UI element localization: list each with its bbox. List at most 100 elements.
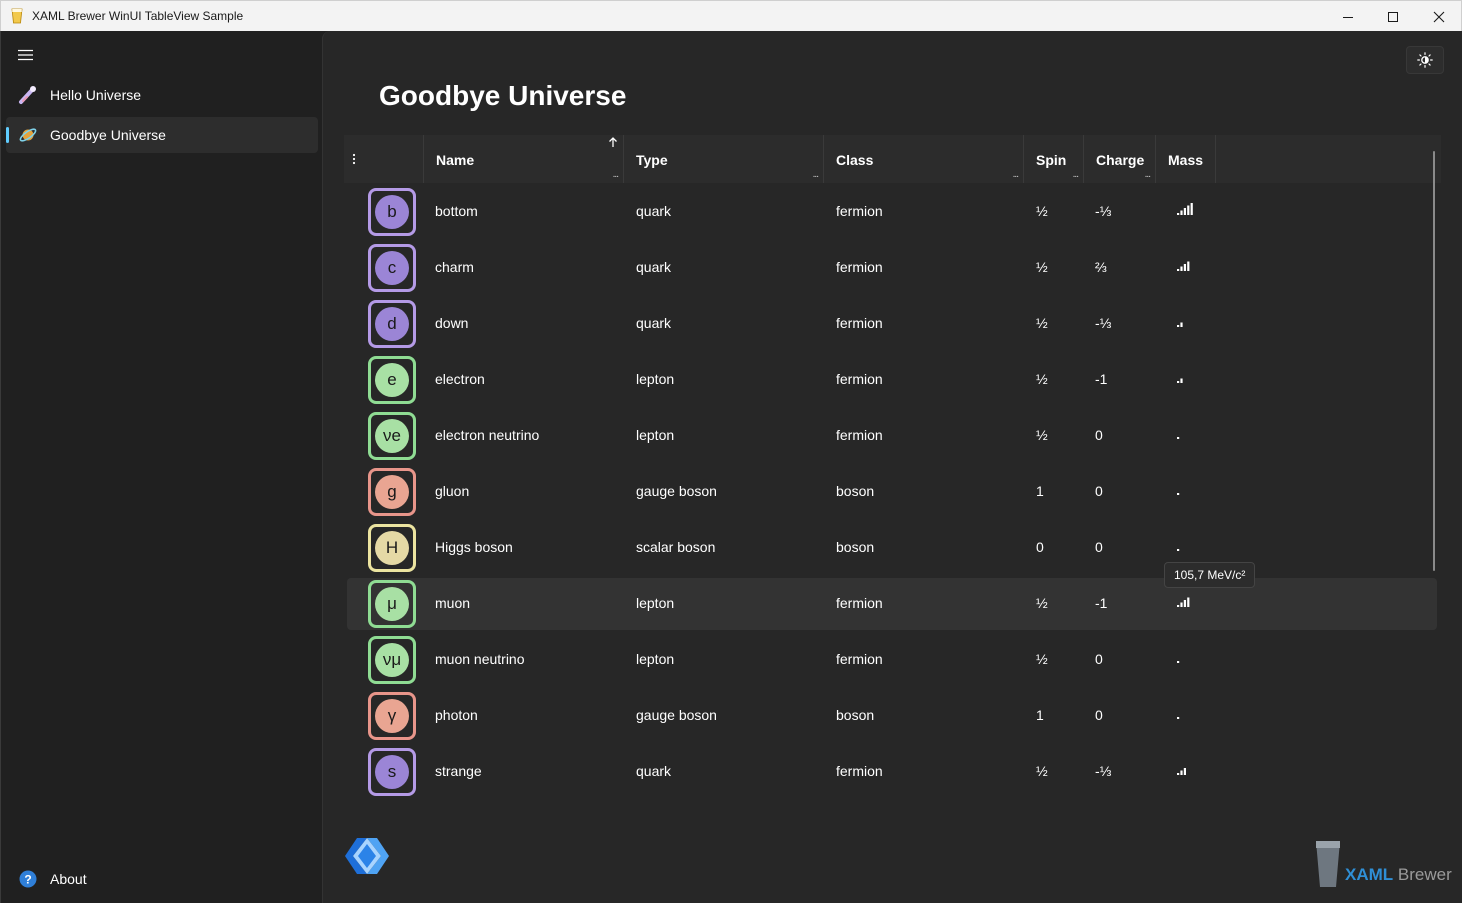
column-header-label: Name bbox=[436, 152, 475, 168]
cell-class: fermion bbox=[836, 595, 883, 611]
minimize-icon bbox=[1343, 16, 1353, 18]
table-row[interactable]: H Higgs boson scalar boson boson 0 0 bbox=[347, 522, 1437, 574]
column-options-icon[interactable]: ... bbox=[1073, 169, 1079, 180]
particle-symbol: b bbox=[375, 195, 409, 229]
row-options-header[interactable] bbox=[344, 135, 424, 183]
mass-signal-icon[interactable] bbox=[1176, 538, 1198, 552]
cell-name: strange bbox=[435, 763, 482, 779]
mass-signal-icon[interactable] bbox=[1176, 706, 1198, 720]
cell-spin: ½ bbox=[1036, 651, 1048, 667]
mass-signal-icon[interactable] bbox=[1176, 202, 1198, 216]
column-header-label: Type bbox=[636, 152, 668, 168]
planet-icon bbox=[18, 125, 38, 145]
column-header-class[interactable]: Class ... bbox=[824, 135, 1024, 183]
maximize-button[interactable] bbox=[1370, 1, 1416, 32]
cell-charge: ⅔ bbox=[1095, 259, 1107, 275]
cell-name: gluon bbox=[435, 483, 470, 499]
table-row[interactable]: g gluon gauge boson boson 1 0 bbox=[347, 466, 1437, 518]
mass-signal-icon[interactable] bbox=[1176, 258, 1198, 272]
cell-charge: -⅓ bbox=[1095, 203, 1112, 219]
particle-symbol: e bbox=[375, 363, 409, 397]
particle-symbol-badge: s bbox=[368, 748, 416, 796]
close-icon bbox=[1433, 11, 1445, 22]
table-row[interactable]: νμ muon neutrino lepton fermion ½ 0 bbox=[347, 634, 1437, 686]
table-row[interactable]: μ muon lepton fermion ½ -1 bbox=[347, 578, 1437, 630]
cell-type: scalar boson bbox=[636, 539, 716, 555]
cell-charge: 0 bbox=[1095, 707, 1103, 723]
column-options-icon[interactable]: ... bbox=[613, 169, 619, 180]
table-row[interactable]: e electron lepton fermion ½ -1 bbox=[347, 354, 1437, 406]
column-header-charge[interactable]: Charge ... bbox=[1084, 135, 1156, 183]
column-options-icon[interactable]: ... bbox=[813, 169, 819, 180]
cell-spin: 1 bbox=[1036, 707, 1044, 723]
particle-symbol-badge: d bbox=[368, 300, 416, 348]
table-row[interactable]: s strange quark fermion ½ -⅓ bbox=[347, 746, 1437, 798]
cell-charge: 0 bbox=[1095, 427, 1103, 443]
cell-type: gauge boson bbox=[636, 483, 717, 499]
cell-spin: ½ bbox=[1036, 259, 1048, 275]
brand-name: XAML Brewer bbox=[1345, 865, 1452, 885]
menu-toggle-button[interactable] bbox=[13, 43, 39, 67]
nav-item-label: About bbox=[50, 871, 87, 887]
nav-item-hello-universe[interactable]: Hello Universe bbox=[6, 77, 318, 113]
particle-symbol: g bbox=[375, 475, 409, 509]
table-row[interactable]: c charm quark fermion ½ ⅔ bbox=[347, 242, 1437, 294]
mass-signal-icon[interactable] bbox=[1176, 370, 1198, 384]
vertical-scrollbar[interactable] bbox=[1433, 151, 1435, 571]
column-header-name[interactable]: Name ... bbox=[424, 135, 624, 183]
cell-name: photon bbox=[435, 707, 478, 723]
xaml-brewer-logo bbox=[1315, 839, 1341, 894]
cell-spin: ½ bbox=[1036, 315, 1048, 331]
mass-signal-icon[interactable] bbox=[1176, 426, 1198, 440]
column-options-icon[interactable]: ... bbox=[1145, 169, 1151, 180]
mass-signal-icon[interactable] bbox=[1176, 482, 1198, 496]
more-vertical-icon bbox=[352, 153, 356, 165]
cell-charge: 0 bbox=[1095, 651, 1103, 667]
column-header-mass[interactable]: Mass bbox=[1156, 135, 1216, 183]
mass-bar bbox=[1180, 322, 1183, 327]
table-row[interactable]: νe electron neutrino lepton fermion ½ 0 bbox=[347, 410, 1437, 462]
particle-symbol-badge: g bbox=[368, 468, 416, 516]
particle-symbol: νμ bbox=[375, 643, 409, 677]
cell-name: bottom bbox=[435, 203, 478, 219]
particle-symbol-badge: γ bbox=[368, 692, 416, 740]
particle-symbol: H bbox=[375, 531, 409, 565]
particle-symbol: s bbox=[375, 755, 409, 789]
nav-item-about[interactable]: ? About bbox=[6, 861, 318, 897]
mass-signal-icon[interactable] bbox=[1176, 650, 1198, 664]
mass-signal-icon[interactable] bbox=[1176, 762, 1198, 776]
cell-type: lepton bbox=[636, 595, 675, 611]
close-button[interactable] bbox=[1416, 1, 1462, 32]
mass-bar bbox=[1180, 602, 1183, 607]
nav-item-goodbye-universe[interactable]: Goodbye Universe bbox=[6, 117, 318, 153]
particle-symbol-badge: b bbox=[368, 188, 416, 236]
table-row[interactable]: b bottom quark fermion ½ -⅓ bbox=[347, 186, 1437, 238]
cell-type: quark bbox=[636, 315, 672, 331]
cell-name: muon bbox=[435, 595, 471, 611]
table-row[interactable]: γ photon gauge boson boson 1 0 bbox=[347, 690, 1437, 742]
mass-bar bbox=[1190, 203, 1193, 215]
column-header-spin[interactable]: Spin ... bbox=[1024, 135, 1084, 183]
particle-symbol-badge: νe bbox=[368, 412, 416, 460]
column-options-icon[interactable]: ... bbox=[1013, 169, 1019, 180]
sort-ascending-icon bbox=[609, 137, 617, 147]
mass-signal-icon[interactable] bbox=[1176, 594, 1198, 608]
table-header: Name ... Type ... Class ... Spin ... Cha… bbox=[344, 135, 1441, 183]
cell-charge: 0 bbox=[1095, 483, 1103, 499]
cell-class: fermion bbox=[836, 259, 883, 275]
cell-spin: ½ bbox=[1036, 371, 1048, 387]
mass-bar bbox=[1177, 605, 1180, 607]
mass-bar bbox=[1177, 717, 1180, 719]
cell-type: gauge boson bbox=[636, 707, 717, 723]
theme-toggle-button[interactable] bbox=[1406, 46, 1444, 74]
particle-symbol: γ bbox=[375, 699, 409, 733]
mass-bar bbox=[1183, 264, 1186, 271]
column-header-type[interactable]: Type ... bbox=[624, 135, 824, 183]
minimize-button[interactable] bbox=[1325, 1, 1371, 32]
mass-bar bbox=[1183, 600, 1186, 607]
table-row[interactable]: d down quark fermion ½ -⅓ bbox=[347, 298, 1437, 350]
mass-bar bbox=[1177, 661, 1180, 663]
mass-signal-icon[interactable] bbox=[1176, 314, 1198, 328]
cell-name: muon neutrino bbox=[435, 651, 525, 667]
cell-type: lepton bbox=[636, 427, 675, 443]
